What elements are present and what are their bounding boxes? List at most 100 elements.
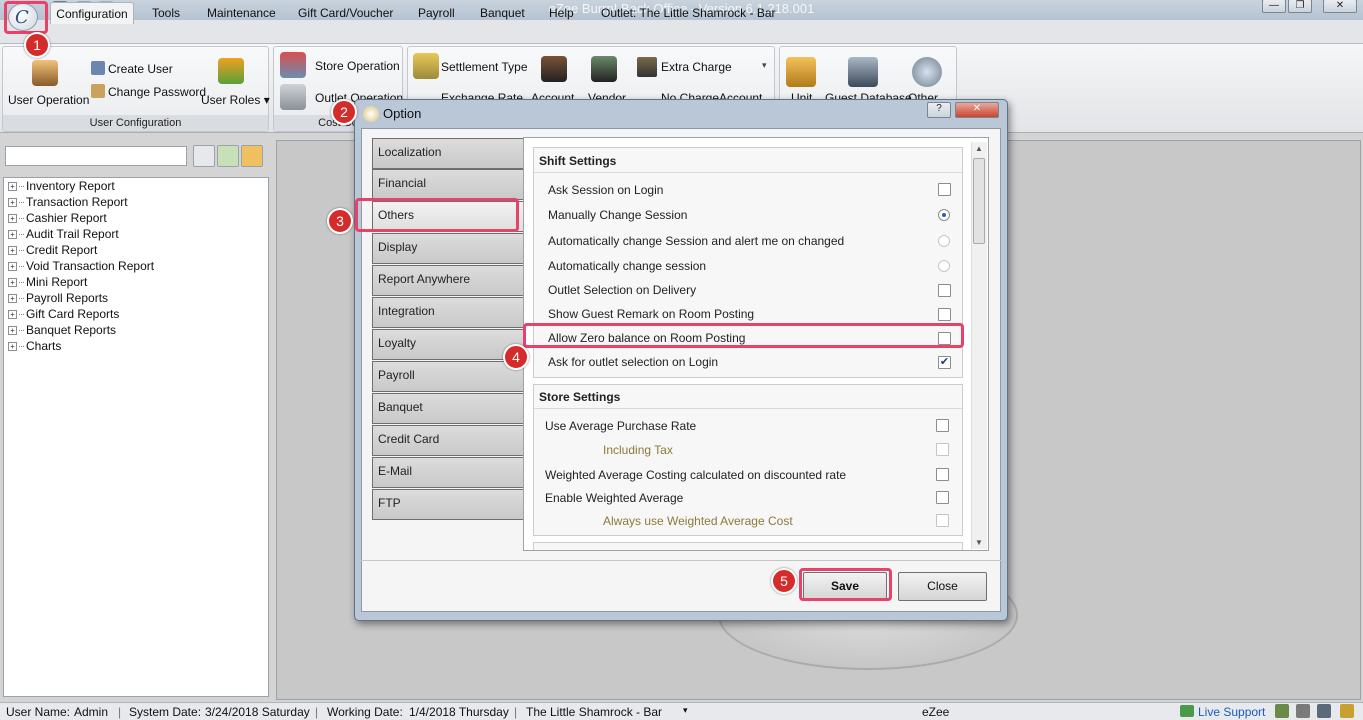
option-ask-outlet-selection-login: Ask for outlet selection on Login <box>548 355 719 369</box>
minimize-button[interactable]: — <box>1262 0 1286 13</box>
tab-gift-card-voucher[interactable]: Gift Card/Voucher <box>294 2 397 24</box>
tree-item-mini-report[interactable]: + Mini Report <box>8 274 87 290</box>
tab-help[interactable]: Help <box>545 2 578 24</box>
nav-report-anywhere[interactable]: Report Anywhere <box>372 265 524 296</box>
change-password-icon <box>91 84 105 98</box>
expand-icon: + <box>8 230 17 239</box>
filter-icon[interactable] <box>193 145 215 167</box>
nav-credit-card[interactable]: Credit Card <box>372 425 524 456</box>
sort-icon[interactable] <box>241 145 263 167</box>
nav-email[interactable]: E-Mail <box>372 457 524 488</box>
nav-banquet[interactable]: Banquet <box>372 393 524 424</box>
expand-icon: + <box>8 182 17 191</box>
expand-icon: + <box>8 342 17 351</box>
nav-ftp[interactable]: FTP <box>372 489 524 520</box>
tree-item-credit-report[interactable]: + Credit Report <box>8 242 97 258</box>
scroll-down-icon[interactable]: ▼ <box>975 538 983 547</box>
divider <box>534 408 962 409</box>
user-name-label: User Name: <box>6 705 71 719</box>
nav-integration[interactable]: Integration <box>372 297 524 328</box>
auto-change-session-radio[interactable] <box>938 260 950 272</box>
expand-icon: + <box>8 214 17 223</box>
unit-icon <box>786 57 816 87</box>
user-roles-button[interactable]: User Roles ▾ <box>201 93 270 107</box>
extra-charge-button[interactable]: Extra Charge <box>661 60 732 74</box>
user-operation-button[interactable]: User Operation <box>8 93 89 107</box>
show-guest-remark-checkbox[interactable] <box>938 308 951 321</box>
option-ask-session-on-login: Ask Session on Login <box>548 183 664 197</box>
tab-banquet[interactable]: Banquet <box>476 2 529 24</box>
always-weighted-average-checkbox[interactable] <box>936 514 949 527</box>
tree-item-payroll-reports[interactable]: + Payroll Reports <box>8 290 108 306</box>
chevron-down-icon[interactable]: ▾ <box>762 60 767 71</box>
expand-icon: + <box>8 294 17 303</box>
auto-change-alert-radio[interactable] <box>938 235 950 247</box>
nav-loyalty[interactable]: Loyalty <box>372 329 524 360</box>
including-tax-checkbox[interactable] <box>936 443 949 456</box>
create-user-button[interactable]: Create User <box>108 62 173 76</box>
divider: | <box>118 705 122 719</box>
expand-icon: + <box>8 198 17 207</box>
tray-icon[interactable] <box>1340 704 1354 718</box>
scrollbar-thumb[interactable] <box>973 158 985 244</box>
tab-payroll[interactable]: Payroll <box>414 2 459 24</box>
option-always-weighted-average: Always use Weighted Average Cost <box>603 514 793 528</box>
ask-session-checkbox[interactable] <box>938 183 951 196</box>
nav-display[interactable]: Display <box>372 233 524 264</box>
help-button[interactable]: ? <box>927 102 951 118</box>
store-operation-icon <box>280 52 306 78</box>
refresh-icon[interactable] <box>217 145 239 167</box>
shift-settings-heading: Shift Settings <box>539 154 617 168</box>
tree-item-gift-card-reports[interactable]: + Gift Card Reports <box>8 306 119 322</box>
change-password-button[interactable]: Change Password <box>108 85 206 99</box>
outlet-operation-icon <box>280 84 306 110</box>
manually-change-session-radio[interactable] <box>938 209 950 221</box>
use-average-purchase-rate-checkbox[interactable] <box>936 419 949 432</box>
gear-icon <box>912 57 942 87</box>
chevron-down-icon[interactable]: ▾ <box>683 705 688 716</box>
tab-tools[interactable]: Tools <box>148 2 184 24</box>
live-support-link[interactable]: Live Support <box>1198 705 1265 719</box>
working-date-value: 1/4/2018 Thursday <box>409 705 509 719</box>
nav-localization[interactable]: Localization <box>372 138 524 169</box>
tree-item-audit-trail-report[interactable]: + Audit Trail Report <box>8 226 119 242</box>
tree-item-inventory-report[interactable]: + Inventory Report <box>8 178 115 194</box>
tray-icon[interactable] <box>1296 704 1310 718</box>
enable-weighted-average-checkbox[interactable] <box>936 491 949 504</box>
close-button[interactable]: Close <box>898 572 987 601</box>
tree-item-transaction-report[interactable]: + Transaction Report <box>8 194 128 210</box>
tree-item-cashier-report[interactable]: + Cashier Report <box>8 210 107 226</box>
tab-outlet[interactable]: Outlet: The Little Shamrock - Bar <box>597 2 780 24</box>
tree-item-banquet-reports[interactable]: + Banquet Reports <box>8 322 116 338</box>
ask-outlet-selection-checkbox[interactable]: ✔ <box>938 356 951 369</box>
option-weighted-avg-discounted: Weighted Average Costing calculated on d… <box>545 468 847 482</box>
highlight-app-menu <box>4 1 48 34</box>
store-operation-button[interactable]: Store Operation <box>315 59 400 73</box>
tree-item-charts[interactable]: + Charts <box>8 338 61 354</box>
user-name-value: Admin <box>74 705 109 719</box>
system-date-label: System Date: <box>129 705 202 719</box>
divider <box>534 172 962 173</box>
outlet-selector[interactable]: The Little Shamrock - Bar <box>526 705 662 719</box>
settlement-type-button[interactable]: Settlement Type <box>441 60 528 74</box>
scroll-up-icon[interactable]: ▲ <box>975 144 983 153</box>
tray-icon[interactable] <box>1317 704 1331 718</box>
outlet-selection-delivery-checkbox[interactable] <box>938 284 951 297</box>
highlight-save <box>799 568 892 601</box>
tray-icon[interactable] <box>1275 704 1289 718</box>
tab-configuration[interactable]: Configuration <box>50 2 134 24</box>
dialog-close-button[interactable]: ✕ <box>955 102 999 118</box>
maximize-button[interactable]: ❐ <box>1288 0 1312 13</box>
close-window-button[interactable]: ✕ <box>1323 0 1357 13</box>
vendor-icon <box>591 56 617 82</box>
tree-item-void-transaction-report[interactable]: + Void Transaction Report <box>8 258 154 274</box>
highlight-allow-zero-balance <box>523 323 964 348</box>
nav-payroll[interactable]: Payroll <box>372 361 524 392</box>
tab-maintenance[interactable]: Maintenance <box>203 2 280 24</box>
option-auto-change-alert: Automatically change Session and alert m… <box>548 234 845 248</box>
system-date-value: 3/24/2018 Saturday <box>205 705 310 719</box>
weighted-avg-discounted-checkbox[interactable] <box>936 468 949 481</box>
option-use-average-purchase-rate: Use Average Purchase Rate <box>545 419 697 433</box>
search-input[interactable] <box>5 146 187 166</box>
nav-financial[interactable]: Financial <box>372 169 524 200</box>
